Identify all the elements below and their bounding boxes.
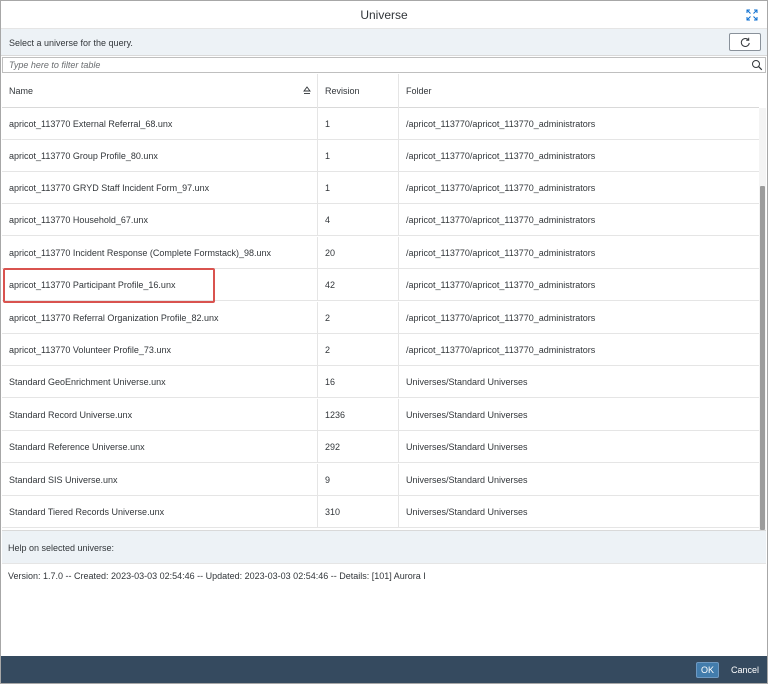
column-header-name-label: Name — [9, 86, 34, 96]
cell-folder: /apricot_113770/apricot_113770_administr… — [406, 215, 596, 225]
cell-folder: /apricot_113770/apricot_113770_administr… — [406, 151, 596, 161]
cell-revision: 20 — [318, 237, 399, 269]
cell-folder: /apricot_113770/apricot_113770_administr… — [406, 313, 596, 323]
cell-name: apricot_113770 Group Profile_80.unx — [2, 140, 318, 172]
universe-dialog: Universe Select a universe for the query… — [0, 0, 768, 684]
cell-name: apricot_113770 Referral Organization Pro… — [2, 302, 318, 334]
cell-name: apricot_113770 Volunteer Profile_73.unx — [2, 334, 318, 366]
ok-button[interactable]: OK — [696, 662, 719, 678]
table-row[interactable]: Standard SIS Universe.unx 9 Universes/St… — [2, 464, 759, 496]
table-scrollbar[interactable] — [759, 108, 766, 530]
search-icon[interactable] — [751, 59, 763, 71]
dialog-subheader: Select a universe for the query. — [1, 29, 767, 56]
cell-revision: 1 — [318, 172, 399, 204]
cell-revision: 1 — [318, 140, 399, 172]
cell-name: Standard Reference Universe.unx — [2, 431, 318, 463]
table-row[interactable]: apricot_113770 GRYD Staff Incident Form_… — [2, 172, 759, 204]
cell-folder: /apricot_113770/apricot_113770_administr… — [406, 119, 596, 129]
cell-name: Standard Record Universe.unx — [2, 399, 318, 431]
dialog-title: Universe — [360, 8, 408, 22]
cell-revision: 310 — [318, 496, 399, 528]
cell-folder: Universes/Standard Universes — [406, 377, 528, 387]
column-header-name[interactable]: Name — [2, 74, 318, 108]
cell-revision: 9 — [318, 464, 399, 496]
table-row[interactable]: Standard Record Universe.unx 1236 Univer… — [2, 399, 759, 431]
table-row[interactable]: apricot_113770 Household_67.unx 4 /apric… — [2, 204, 759, 236]
cell-revision: 4 — [318, 204, 399, 236]
table-row[interactable]: apricot_113770 Incident Response (Comple… — [2, 237, 759, 269]
cell-name: apricot_113770 GRYD Staff Incident Form_… — [2, 172, 318, 204]
cancel-button[interactable]: Cancel — [731, 662, 759, 678]
cell-folder: Universes/Standard Universes — [406, 507, 528, 517]
universe-details: Version: 1.7.0 -- Created: 2023-03-03 02… — [8, 571, 426, 581]
table-header: Name Revision Folder — [2, 74, 759, 108]
cell-revision: 42 — [318, 269, 399, 301]
cell-name: apricot_113770 Household_67.unx — [2, 204, 318, 236]
cell-name: Standard Tiered Records Universe.unx — [2, 496, 318, 528]
table-row[interactable]: Standard GeoEnrichment Universe.unx 16 U… — [2, 366, 759, 398]
dialog-footer: OK Cancel — [1, 656, 767, 683]
column-header-revision[interactable]: Revision — [318, 74, 399, 108]
cell-revision: 2 — [318, 334, 399, 366]
filter-field — [2, 57, 766, 73]
scrollbar-thumb[interactable] — [760, 186, 765, 530]
table-row[interactable]: apricot_113770 External Referral_68.unx … — [2, 108, 759, 140]
cell-folder: /apricot_113770/apricot_113770_administr… — [406, 280, 596, 290]
cell-folder: /apricot_113770/apricot_113770_administr… — [406, 248, 596, 258]
cell-revision: 1236 — [318, 399, 399, 431]
cell-folder: Universes/Standard Universes — [406, 410, 528, 420]
filter-input[interactable] — [3, 58, 743, 72]
table-row[interactable]: apricot_113770 Referral Organization Pro… — [2, 302, 759, 334]
table-row[interactable]: apricot_113770 Participant Profile_16.un… — [2, 269, 759, 301]
help-section-header: Help on selected universe: — [2, 530, 766, 564]
cell-name: Standard SIS Universe.unx — [2, 464, 318, 496]
table-row[interactable]: apricot_113770 Group Profile_80.unx 1 /a… — [2, 140, 759, 172]
cell-revision: 16 — [318, 366, 399, 398]
universe-table: Name Revision Folder apricot_113770 Exte… — [2, 74, 766, 530]
table-row[interactable]: apricot_113770 Volunteer Profile_73.unx … — [2, 334, 759, 366]
help-label: Help on selected universe: — [8, 543, 115, 553]
select-universe-hint: Select a universe for the query. — [9, 38, 133, 48]
cell-folder: /apricot_113770/apricot_113770_administr… — [406, 183, 596, 193]
sort-ascending-icon[interactable] — [303, 86, 311, 95]
cell-revision: 1 — [318, 108, 399, 140]
cell-folder: /apricot_113770/apricot_113770_administr… — [406, 345, 596, 355]
dialog-titlebar: Universe — [1, 1, 767, 29]
expand-icon[interactable] — [746, 9, 758, 21]
cell-name: apricot_113770 Incident Response (Comple… — [2, 237, 318, 269]
table-row[interactable]: Standard Tiered Records Universe.unx 310… — [2, 496, 759, 528]
cell-name: Standard GeoEnrichment Universe.unx — [2, 366, 318, 398]
refresh-icon — [740, 37, 750, 47]
cell-revision: 292 — [318, 431, 399, 463]
cell-folder: Universes/Standard Universes — [406, 442, 528, 452]
cell-name: apricot_113770 External Referral_68.unx — [2, 108, 318, 140]
cell-name: apricot_113770 Participant Profile_16.un… — [2, 269, 318, 301]
table-row[interactable]: Standard Reference Universe.unx 292 Univ… — [2, 431, 759, 463]
column-header-folder[interactable]: Folder — [399, 74, 759, 108]
refresh-button[interactable] — [729, 33, 761, 51]
cell-revision: 2 — [318, 302, 399, 334]
cell-folder: Universes/Standard Universes — [406, 475, 528, 485]
